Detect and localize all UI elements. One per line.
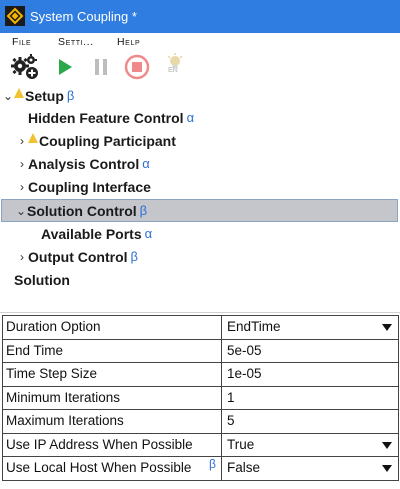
energy-label: EN	[168, 67, 178, 74]
alpha-badge: α	[186, 110, 195, 125]
property-value: 1e-05	[227, 366, 262, 381]
tree-item-label: Coupling Interface	[28, 178, 151, 195]
tree-item-label: Coupling Participant	[39, 132, 176, 149]
property-row-use-local-host: Use Local Host When Possible β False	[3, 457, 399, 481]
tree-item-label: Output Control	[28, 248, 128, 265]
alpha-badge: α	[142, 156, 150, 171]
dropdown-arrow-icon[interactable]	[382, 465, 392, 472]
tree-item-label: Hidden Feature Control	[28, 109, 184, 126]
menu-file[interactable]: File	[12, 36, 31, 48]
dropdown-arrow-icon[interactable]	[382, 441, 392, 449]
alpha-badge: α	[144, 226, 153, 241]
system-coupling-app-icon	[5, 6, 25, 26]
property-row-time-step-size: Time Step Size 1e-05	[3, 363, 399, 387]
duration-option-select[interactable]: EndTime	[222, 316, 399, 339]
menu-bar: File Setti... Help	[0, 33, 400, 51]
panel-divider[interactable]	[0, 312, 400, 313]
property-grid: Duration Option EndTime End Time 5e-05 T…	[2, 315, 399, 481]
play-icon	[59, 59, 72, 75]
tree-item-output-control[interactable]: › Output Control β	[16, 245, 138, 268]
warning-icon	[28, 132, 38, 143]
outline-tree: ⌄ Setup β Hidden Feature Control α › Cou…	[0, 84, 400, 312]
tree-item-analysis-control[interactable]: › Analysis Control α	[16, 152, 150, 175]
chevron-right-icon[interactable]: ›	[16, 134, 28, 148]
chevron-right-icon[interactable]: ›	[16, 180, 28, 194]
beta-badge: β	[209, 457, 216, 471]
dropdown-arrow-icon[interactable]	[382, 324, 392, 331]
tree-item-label: Available Ports	[41, 225, 142, 242]
tree-item-available-ports[interactable]: Available Ports α	[41, 222, 152, 245]
use-local-host-select[interactable]: False	[222, 457, 399, 480]
property-name: Minimum Iterations	[3, 386, 222, 409]
property-row-use-ip-address: Use IP Address When Possible True	[3, 433, 399, 457]
property-name: Use Local Host When Possible	[3, 457, 222, 480]
minimum-iterations-field[interactable]: 1	[222, 386, 399, 409]
chevron-down-icon[interactable]: ⌄	[15, 204, 27, 218]
pause-button[interactable]	[86, 53, 116, 81]
tree-item-label: Analysis Control	[28, 155, 140, 172]
tree-item-label: Solution Control	[27, 202, 137, 219]
tree-item-solution[interactable]: Solution	[14, 268, 70, 291]
tree-item-solution-control[interactable]: ⌄ Solution Control β	[1, 199, 398, 222]
stop-icon	[124, 54, 150, 80]
use-ip-address-select[interactable]: True	[222, 433, 399, 456]
property-row-maximum-iterations: Maximum Iterations 5	[3, 410, 399, 434]
setup-gear-button[interactable]	[10, 53, 40, 81]
property-row-duration-option: Duration Option EndTime	[3, 316, 399, 340]
menu-help[interactable]: Help	[117, 36, 140, 48]
property-row-minimum-iterations: Minimum Iterations 1	[3, 386, 399, 410]
stop-button[interactable]	[122, 53, 152, 81]
chevron-right-icon[interactable]: ›	[16, 250, 28, 264]
property-value: 5	[227, 413, 235, 428]
property-name: Use IP Address When Possible	[3, 433, 222, 456]
property-value: 5e-05	[227, 342, 262, 358]
property-value: True	[227, 436, 255, 452]
property-name: End Time	[3, 339, 222, 362]
tree-item-coupling-interface[interactable]: › Coupling Interface	[16, 175, 151, 198]
tree-item-label: Setup	[25, 87, 64, 104]
pause-icon	[95, 59, 107, 75]
maximum-iterations-field[interactable]: 5	[222, 410, 399, 433]
gear-plus-icon	[11, 54, 38, 79]
property-value: 1	[227, 389, 235, 405]
warning-icon	[14, 87, 24, 98]
property-value: EndTime	[227, 319, 281, 334]
tree-item-label: Solution	[14, 271, 70, 288]
beta-badge: β	[130, 249, 139, 264]
tree-item-coupling-participant[interactable]: › Coupling Participant	[16, 129, 176, 152]
property-name: Time Step Size	[3, 363, 222, 386]
window-title: System Coupling *	[30, 9, 137, 24]
property-name: Duration Option	[3, 316, 222, 339]
chevron-right-icon[interactable]: ›	[16, 157, 28, 171]
title-bar: System Coupling *	[0, 0, 400, 33]
tree-item-hidden-feature-control[interactable]: Hidden Feature Control α	[28, 106, 194, 129]
chevron-down-icon[interactable]: ⌄	[2, 89, 14, 103]
end-time-field[interactable]: 5e-05	[222, 339, 399, 362]
menu-settings[interactable]: Setti...	[58, 36, 94, 48]
time-step-size-field[interactable]: 1e-05	[222, 363, 399, 386]
toolbar: EN	[0, 51, 400, 84]
property-value: False	[227, 460, 261, 475]
tree-item-setup[interactable]: ⌄ Setup β	[2, 84, 74, 107]
property-name: Maximum Iterations	[3, 410, 222, 433]
run-button[interactable]	[50, 53, 80, 81]
beta-badge: β	[66, 88, 75, 103]
property-row-end-time: End Time 5e-05	[3, 339, 399, 363]
beta-badge: β	[139, 203, 148, 218]
